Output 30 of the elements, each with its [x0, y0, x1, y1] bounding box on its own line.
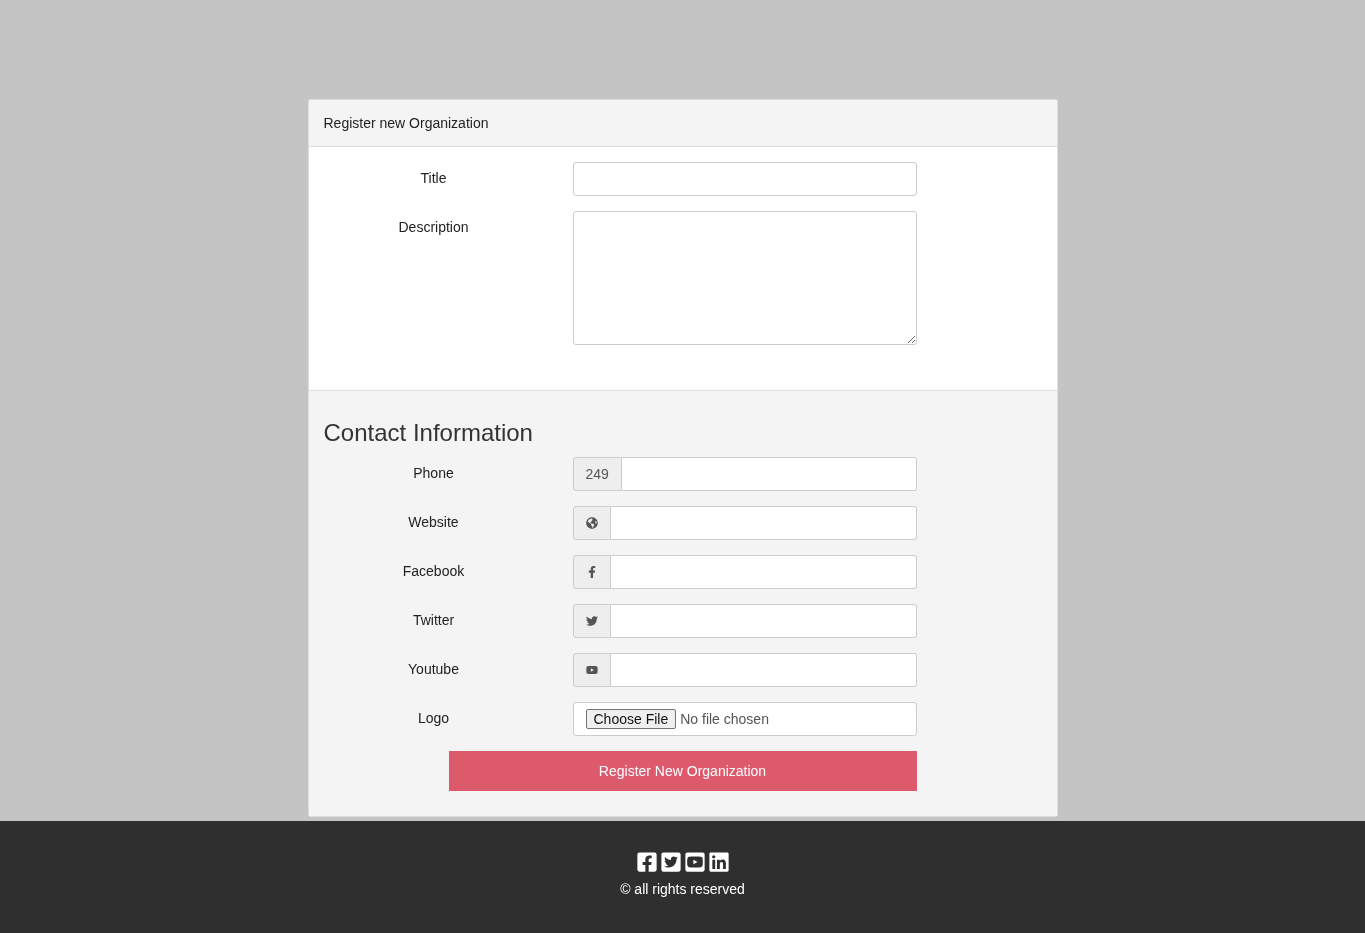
input-field[interactable]	[610, 604, 917, 638]
card-title: Register new Organization	[323, 115, 489, 131]
section-heading: Contact Information	[323, 419, 534, 447]
choose-file-button[interactable]: Choose File	[585, 709, 677, 729]
facebook-icon[interactable]	[635, 851, 658, 873]
youtube-icon	[585, 664, 598, 676]
input-field[interactable]	[572, 162, 917, 196]
input-addon: 249	[572, 457, 622, 491]
copyright-text: © all rights reserved	[620, 881, 745, 897]
field-label: Logo	[417, 710, 450, 726]
file-status: No file chosen	[680, 711, 769, 727]
field-label: Phone	[413, 465, 454, 481]
twitter-icon[interactable]	[659, 851, 682, 873]
register-button[interactable]: Register New Organization	[448, 751, 917, 791]
field-label: Facebook	[402, 563, 465, 579]
input-field[interactable]	[621, 457, 917, 491]
youtube-icon[interactable]	[683, 851, 706, 873]
field-label: Title	[420, 170, 447, 186]
field-label: Youtube	[408, 661, 459, 677]
field-label: Description	[398, 219, 469, 235]
input-field[interactable]	[610, 506, 917, 540]
input-field[interactable]	[610, 653, 917, 687]
field-label: Twitter	[412, 612, 455, 628]
globe-icon	[585, 517, 598, 529]
linkedin-icon[interactable]	[707, 851, 730, 873]
textarea-field[interactable]	[572, 211, 917, 345]
input-field[interactable]	[610, 555, 917, 589]
twitter-icon	[585, 615, 598, 627]
file-input[interactable]: Choose File No file chosen	[572, 702, 917, 736]
field-label: Website	[408, 514, 459, 530]
